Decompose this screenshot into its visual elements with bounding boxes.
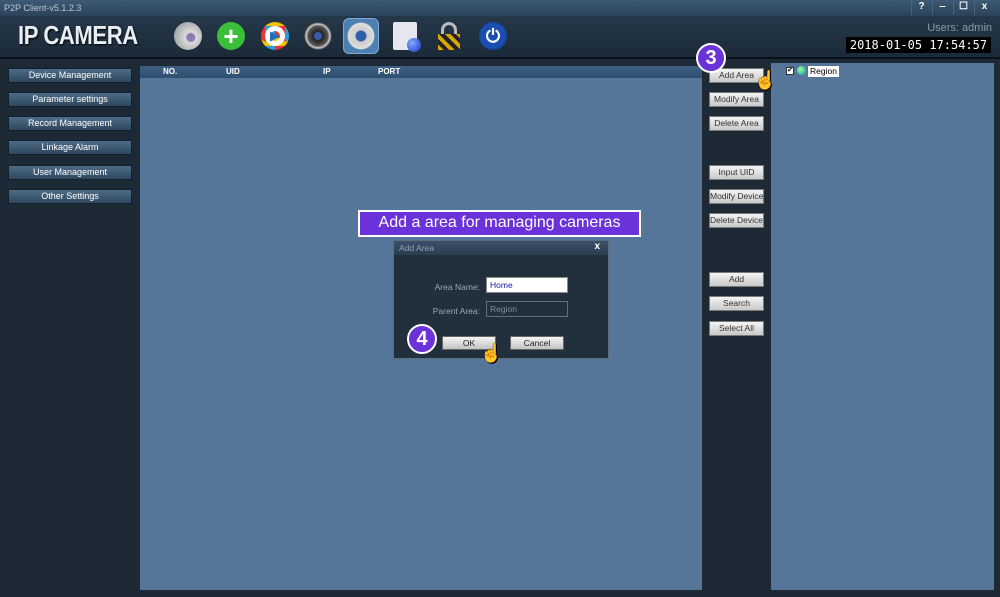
playback-button[interactable]: ▶ [257,18,293,54]
reel-button[interactable] [300,18,336,54]
settings-button[interactable] [343,18,379,54]
power-icon: ⏻ [479,22,507,50]
log-button[interactable] [387,18,423,54]
help-button[interactable]: ? [911,0,931,15]
modify-area-button[interactable]: Modify Area [709,92,764,107]
sidebar-item-other-settings[interactable]: Other Settings [8,189,132,204]
add-device-button[interactable]: + [213,18,249,54]
step-3-badge: 3 [696,43,726,73]
column-uid[interactable]: UID [226,66,240,78]
sidebar-item-linkage-alarm[interactable]: Linkage Alarm [8,140,132,155]
instruction-caption: Add a area for managing cameras [358,210,641,237]
table-header: NO. UID IP PORT [140,66,702,78]
tree-node-region[interactable]: Region [808,66,839,77]
add-button[interactable]: Add [709,272,764,287]
play-icon: ▶ [261,22,289,50]
parent-area-label: Parent Area: [432,306,480,316]
logo: IP CAMERA [18,20,138,50]
pointer-hand-icon: ☝ [480,343,503,363]
lock-button[interactable] [431,18,467,54]
pointer-hand-icon: ☝ [754,70,777,90]
add-icon: + [217,22,245,50]
lock-icon [438,22,460,50]
datetime-display: 2018-01-05 17:54:57 [846,37,991,53]
area-name-input[interactable]: Home [486,277,568,293]
column-ip[interactable]: IP [323,66,331,78]
camera-button[interactable] [170,18,206,54]
modify-device-button[interactable]: Modify Device [709,189,764,204]
window-title: P2P Client-v5.1.2.3 [4,3,82,13]
close-button[interactable]: x [974,0,994,15]
sidebar-item-parameter-settings[interactable]: Parameter settings [8,92,132,107]
current-user: Users: admin [927,22,992,34]
search-button[interactable]: Search [709,296,764,311]
area-tree[interactable]: ✔ Region [771,63,994,590]
cancel-button[interactable]: Cancel [510,336,564,350]
input-uid-button[interactable]: Input UID [709,165,764,180]
power-button[interactable]: ⏻ [475,18,511,54]
settings-icon [347,22,375,50]
column-port[interactable]: PORT [378,66,400,78]
sidebar-item-user-management[interactable]: User Management [8,165,132,180]
log-icon [393,22,421,52]
globe-icon [797,66,806,75]
dialog-close-button[interactable]: x [594,241,600,252]
delete-area-button[interactable]: Delete Area [709,116,764,131]
camera-icon [174,22,202,50]
sidebar-item-device-management[interactable]: Device Management [8,68,132,83]
region-checkbox[interactable]: ✔ [786,67,794,75]
area-name-label: Area Name: [434,282,480,292]
minimize-button[interactable]: ‒ [932,0,952,15]
title-bar: P2P Client-v5.1.2.3 [0,0,1000,16]
select-all-button[interactable]: Select All [709,321,764,336]
delete-device-button[interactable]: Delete Device [709,213,764,228]
column-no[interactable]: NO. [163,66,177,78]
maximize-button[interactable]: ☐ [953,0,973,15]
sidebar-item-record-management[interactable]: Record Management [8,116,132,131]
parent-area-input[interactable]: Region [486,301,568,317]
reel-icon [304,22,332,50]
step-4-badge: 4 [407,324,437,354]
dialog-title: Add Area [394,241,608,255]
